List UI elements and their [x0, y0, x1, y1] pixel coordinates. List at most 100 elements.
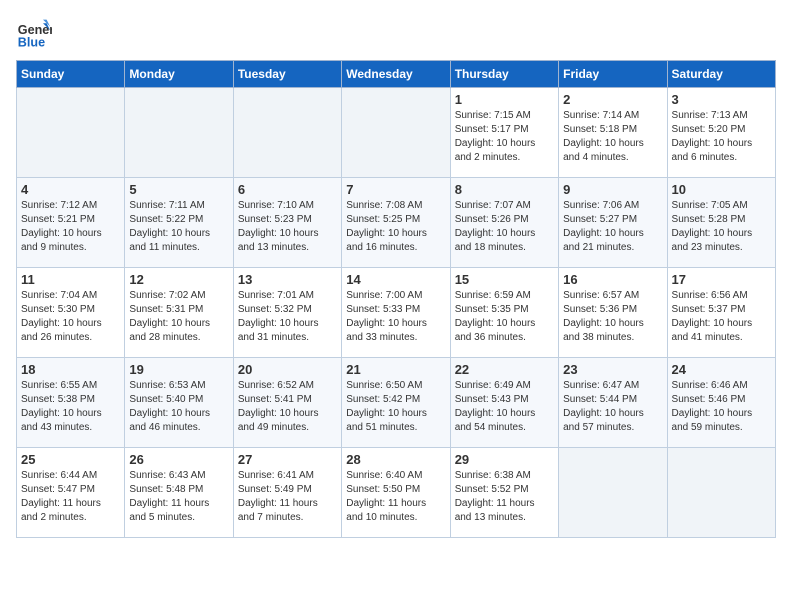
calendar-cell: 20 Sunrise: 6:52 AM Sunset: 5:41 PM Dayli…: [233, 358, 341, 448]
calendar-cell: 23 Sunrise: 6:47 AM Sunset: 5:44 PM Dayli…: [559, 358, 667, 448]
day-number: 22: [455, 362, 554, 377]
calendar-cell: 8 Sunrise: 7:07 AM Sunset: 5:26 PM Daylig…: [450, 178, 558, 268]
day-number: 8: [455, 182, 554, 197]
calendar-cell: 26Sunrise: 6:43 AM Sunset: 5:48 PM Dayli…: [125, 448, 233, 538]
calendar-cell: 3 Sunrise: 7:13 AM Sunset: 5:20 PM Daylig…: [667, 88, 775, 178]
calendar-cell: 2Sunrise: 7:14 AM Sunset: 5:18 PM Daylig…: [559, 88, 667, 178]
calendar-cell: [17, 88, 125, 178]
day-info: Sunrise: 6:41 AM Sunset: 5:49 PM Dayligh…: [238, 469, 337, 525]
calendar-cell: 4 Sunrise: 7:12 AM Sunset: 5:21 PM Daylig…: [17, 178, 125, 268]
weekday-header-sunday: Sunday: [17, 61, 125, 88]
calendar-cell: [559, 448, 667, 538]
day-number: 9: [563, 182, 662, 197]
day-info: Sunrise: 7:04 AM Sunset: 5:30 PM Dayligh…: [21, 289, 120, 345]
day-info: Sunrise: 6:57 AM Sunset: 5:36 PM Dayligh…: [563, 289, 662, 345]
day-number: 17: [672, 272, 771, 287]
day-number: 13: [238, 272, 337, 287]
calendar-cell: 17 Sunrise: 6:56 AM Sunset: 5:37 PM Dayli…: [667, 268, 775, 358]
day-info: Sunrise: 6:50 AM Sunset: 5:42 PM Dayligh…: [346, 379, 445, 435]
day-info: Sunrise: 6:46 AM Sunset: 5:46 PM Dayligh…: [672, 379, 771, 435]
calendar-cell: 27 Sunrise: 6:41 AM Sunset: 5:49 PM Dayli…: [233, 448, 341, 538]
day-info: Sunrise: 6:40 AM Sunset: 5:50 PM Dayligh…: [346, 469, 445, 525]
day-info: Sunrise: 7:15 AM Sunset: 5:17 PM Dayligh…: [455, 109, 554, 165]
day-number: 12: [129, 272, 228, 287]
day-number: 2: [563, 92, 662, 107]
weekday-header-saturday: Saturday: [667, 61, 775, 88]
calendar-table: SundayMondayTuesdayWednesdayThursdayFrid…: [16, 60, 776, 538]
day-number: 19: [129, 362, 228, 377]
calendar-body: 1Sunrise: 7:15 AM Sunset: 5:17 PM Daylig…: [17, 88, 776, 538]
day-info: Sunrise: 6:44 AM Sunset: 5:47 PM Dayligh…: [21, 469, 120, 525]
day-number: 6: [238, 182, 337, 197]
day-number: 23: [563, 362, 662, 377]
day-number: 25: [21, 452, 120, 467]
day-number: 29: [455, 452, 554, 467]
day-info: Sunrise: 6:38 AM Sunset: 5:52 PM Dayligh…: [455, 469, 554, 525]
calendar-cell: 22Sunrise: 6:49 AM Sunset: 5:43 PM Dayli…: [450, 358, 558, 448]
calendar-header-row: SundayMondayTuesdayWednesdayThursdayFrid…: [17, 61, 776, 88]
logo-icon: General Blue: [16, 16, 52, 52]
day-info: Sunrise: 7:06 AM Sunset: 5:27 PM Dayligh…: [563, 199, 662, 255]
day-info: Sunrise: 6:47 AM Sunset: 5:44 PM Dayligh…: [563, 379, 662, 435]
day-info: Sunrise: 6:52 AM Sunset: 5:41 PM Dayligh…: [238, 379, 337, 435]
calendar-cell: [342, 88, 450, 178]
calendar-week-2: 4 Sunrise: 7:12 AM Sunset: 5:21 PM Daylig…: [17, 178, 776, 268]
weekday-header-thursday: Thursday: [450, 61, 558, 88]
weekday-header-monday: Monday: [125, 61, 233, 88]
page-header: General Blue: [16, 16, 776, 52]
day-info: Sunrise: 7:02 AM Sunset: 5:31 PM Dayligh…: [129, 289, 228, 345]
calendar-cell: 1Sunrise: 7:15 AM Sunset: 5:17 PM Daylig…: [450, 88, 558, 178]
day-number: 21: [346, 362, 445, 377]
calendar-cell: 7Sunrise: 7:08 AM Sunset: 5:25 PM Daylig…: [342, 178, 450, 268]
day-number: 18: [21, 362, 120, 377]
day-number: 24: [672, 362, 771, 377]
day-info: Sunrise: 7:10 AM Sunset: 5:23 PM Dayligh…: [238, 199, 337, 255]
day-info: Sunrise: 6:59 AM Sunset: 5:35 PM Dayligh…: [455, 289, 554, 345]
calendar-cell: 19 Sunrise: 6:53 AM Sunset: 5:40 PM Dayli…: [125, 358, 233, 448]
calendar-cell: [667, 448, 775, 538]
calendar-cell: 24 Sunrise: 6:46 AM Sunset: 5:46 PM Dayli…: [667, 358, 775, 448]
day-info: Sunrise: 7:12 AM Sunset: 5:21 PM Dayligh…: [21, 199, 120, 255]
day-number: 27: [238, 452, 337, 467]
day-number: 7: [346, 182, 445, 197]
calendar-week-1: 1Sunrise: 7:15 AM Sunset: 5:17 PM Daylig…: [17, 88, 776, 178]
calendar-cell: 15 Sunrise: 6:59 AM Sunset: 5:35 PM Dayli…: [450, 268, 558, 358]
day-number: 16: [563, 272, 662, 287]
calendar-cell: [233, 88, 341, 178]
calendar-cell: 9 Sunrise: 7:06 AM Sunset: 5:27 PM Daylig…: [559, 178, 667, 268]
calendar-cell: 16 Sunrise: 6:57 AM Sunset: 5:36 PM Dayli…: [559, 268, 667, 358]
weekday-header-tuesday: Tuesday: [233, 61, 341, 88]
day-number: 3: [672, 92, 771, 107]
calendar-cell: 21 Sunrise: 6:50 AM Sunset: 5:42 PM Dayli…: [342, 358, 450, 448]
calendar-cell: [125, 88, 233, 178]
calendar-cell: 25 Sunrise: 6:44 AM Sunset: 5:47 PM Dayli…: [17, 448, 125, 538]
day-info: Sunrise: 6:43 AM Sunset: 5:48 PM Dayligh…: [129, 469, 228, 525]
calendar-week-5: 25 Sunrise: 6:44 AM Sunset: 5:47 PM Dayli…: [17, 448, 776, 538]
weekday-header-friday: Friday: [559, 61, 667, 88]
calendar-cell: 10 Sunrise: 7:05 AM Sunset: 5:28 PM Dayli…: [667, 178, 775, 268]
calendar-cell: 12 Sunrise: 7:02 AM Sunset: 5:31 PM Dayli…: [125, 268, 233, 358]
day-info: Sunrise: 7:05 AM Sunset: 5:28 PM Dayligh…: [672, 199, 771, 255]
day-info: Sunrise: 7:13 AM Sunset: 5:20 PM Dayligh…: [672, 109, 771, 165]
day-number: 28: [346, 452, 445, 467]
calendar-cell: 14 Sunrise: 7:00 AM Sunset: 5:33 PM Dayli…: [342, 268, 450, 358]
calendar-cell: 28 Sunrise: 6:40 AM Sunset: 5:50 PM Dayli…: [342, 448, 450, 538]
day-number: 10: [672, 182, 771, 197]
day-info: Sunrise: 6:56 AM Sunset: 5:37 PM Dayligh…: [672, 289, 771, 345]
day-number: 14: [346, 272, 445, 287]
day-info: Sunrise: 6:53 AM Sunset: 5:40 PM Dayligh…: [129, 379, 228, 435]
day-number: 20: [238, 362, 337, 377]
day-info: Sunrise: 7:07 AM Sunset: 5:26 PM Dayligh…: [455, 199, 554, 255]
day-number: 5: [129, 182, 228, 197]
calendar-cell: 13 Sunrise: 7:01 AM Sunset: 5:32 PM Dayli…: [233, 268, 341, 358]
weekday-header-wednesday: Wednesday: [342, 61, 450, 88]
day-info: Sunrise: 7:11 AM Sunset: 5:22 PM Dayligh…: [129, 199, 228, 255]
calendar-week-4: 18Sunrise: 6:55 AM Sunset: 5:38 PM Dayli…: [17, 358, 776, 448]
day-number: 4: [21, 182, 120, 197]
svg-text:Blue: Blue: [18, 36, 45, 50]
calendar-cell: 5 Sunrise: 7:11 AM Sunset: 5:22 PM Daylig…: [125, 178, 233, 268]
day-info: Sunrise: 7:00 AM Sunset: 5:33 PM Dayligh…: [346, 289, 445, 345]
logo: General Blue: [16, 16, 58, 52]
day-info: Sunrise: 7:01 AM Sunset: 5:32 PM Dayligh…: [238, 289, 337, 345]
day-number: 15: [455, 272, 554, 287]
